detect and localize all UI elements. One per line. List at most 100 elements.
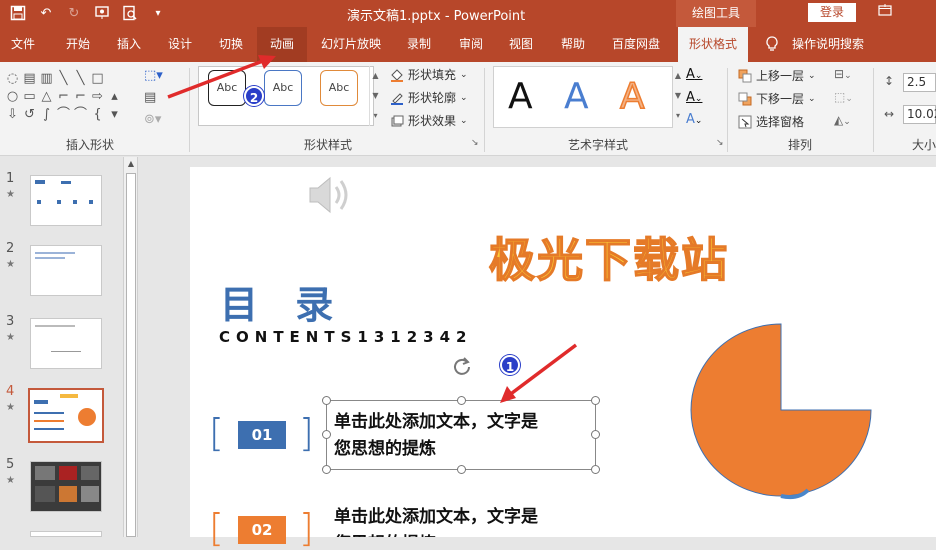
wordart-style-3[interactable]: A bbox=[619, 75, 645, 118]
shape-freeform-icon[interactable]: ◌ bbox=[4, 70, 21, 88]
speaker-icon[interactable] bbox=[306, 172, 356, 218]
shape-loop-icon[interactable]: ↺ bbox=[21, 106, 38, 124]
selection-pane-button[interactable]: 选择窗格 bbox=[738, 113, 804, 130]
tab-baidu-netdisk[interactable]: 百度网盘 bbox=[608, 27, 664, 62]
shape-curve-icon[interactable]: ∫ bbox=[38, 106, 55, 124]
bring-forward-button[interactable]: 上移一层 ⌄ bbox=[738, 67, 816, 84]
shape-elbow-icon[interactable]: ⌐ bbox=[55, 88, 72, 106]
shape-line2-icon[interactable]: ╲ bbox=[72, 70, 89, 88]
slide-thumbnail-6[interactable] bbox=[30, 531, 102, 537]
redo-icon[interactable]: ↻ bbox=[64, 3, 84, 23]
style-preset-3[interactable]: Abc bbox=[320, 70, 358, 106]
ribbon: ◌ ▤ ▥ ╲ ╲ □ ○ ▭ △ ⌐ ⌐ ⇨ ▴ ⇩ ↺ ∫ ⌒ ⌒ { ▾ … bbox=[0, 62, 936, 156]
login-button[interactable]: 登录 bbox=[808, 3, 856, 22]
shape-fill-button[interactable]: 形状填充 ⌄ bbox=[390, 66, 468, 83]
resize-handle-nw[interactable] bbox=[322, 396, 331, 405]
restore-icon[interactable] bbox=[878, 3, 894, 19]
resize-handle-se[interactable] bbox=[591, 465, 600, 474]
shape-rounded-rect-icon[interactable]: ▭ bbox=[21, 88, 38, 106]
merge-shapes-icon[interactable]: ⊚▾ bbox=[144, 112, 172, 128]
rotate-objects-icon[interactable]: ◭⌄ bbox=[834, 113, 851, 127]
resize-handle-s[interactable] bbox=[457, 465, 466, 474]
shape-outline-button[interactable]: 形状轮廓 ⌄ bbox=[390, 89, 468, 106]
tab-view[interactable]: 视图 bbox=[505, 27, 537, 62]
scroll-up-icon[interactable]: ▲ bbox=[124, 157, 138, 171]
scrollbar-thumb[interactable] bbox=[126, 173, 136, 537]
shape-down-arrow-icon[interactable]: ⇩ bbox=[4, 106, 21, 124]
annotation-marker-1: 1 bbox=[500, 355, 520, 375]
brand-wordart[interactable]: 极光下载站 bbox=[488, 224, 729, 290]
style-preset-2[interactable]: Abc bbox=[264, 70, 302, 106]
slide-thumbnail-2[interactable] bbox=[30, 245, 102, 296]
shape-brace-icon[interactable]: { bbox=[89, 106, 106, 124]
shape-textbox-icon[interactable]: ▤ bbox=[21, 70, 38, 88]
tab-review[interactable]: 审阅 bbox=[455, 27, 487, 62]
shape-arc2-icon[interactable]: ⌒ bbox=[72, 106, 89, 124]
resize-handle-n[interactable] bbox=[457, 396, 466, 405]
tab-animations[interactable]: 动画 bbox=[257, 27, 307, 62]
rotate-icon[interactable] bbox=[451, 355, 473, 377]
tab-home[interactable]: 开始 bbox=[61, 27, 95, 62]
gallery-scroll[interactable]: ▲ ▼ ▾ bbox=[369, 66, 381, 126]
shape-arrow-icon[interactable]: ⇨ bbox=[89, 88, 106, 106]
shape-vertical-text-icon[interactable]: ▥ bbox=[38, 70, 55, 88]
contents-subtitle[interactable]: CONTENTS1312342 bbox=[219, 328, 472, 346]
textbox-icon[interactable]: ▤ bbox=[144, 90, 164, 106]
shape-arc-icon[interactable]: ⌒ bbox=[55, 106, 72, 124]
tab-insert[interactable]: 插入 bbox=[113, 27, 145, 62]
edit-shape-icon[interactable]: ⬚▾ bbox=[144, 68, 172, 84]
customize-icon[interactable]: ▾ bbox=[148, 3, 168, 23]
item-text-line1[interactable]: 单击此处添加文本，文字是 bbox=[334, 409, 538, 436]
undo-icon[interactable]: ↶ bbox=[36, 3, 56, 23]
shape-rect-icon[interactable]: □ bbox=[89, 70, 106, 88]
slide-thumbnail-3[interactable] bbox=[30, 318, 102, 369]
tab-transitions[interactable]: 切换 bbox=[215, 27, 247, 62]
dialog-launcher-icon[interactable]: ↘ bbox=[471, 138, 479, 148]
resize-handle-sw[interactable] bbox=[322, 465, 331, 474]
tab-shape-format[interactable]: 形状格式 bbox=[678, 27, 748, 62]
shape-triangle-icon[interactable]: △ bbox=[38, 88, 55, 106]
style-preset-1[interactable]: Abc bbox=[208, 70, 246, 106]
wordart-style-1[interactable]: A bbox=[508, 76, 533, 117]
text-outline-icon[interactable]: A⌄ bbox=[686, 90, 702, 105]
text-fill-icon[interactable]: A⌄ bbox=[686, 67, 702, 82]
slide-thumbnail-1[interactable] bbox=[30, 175, 102, 226]
resize-handle-e[interactable] bbox=[591, 430, 600, 439]
shape-effects-button[interactable]: 形状效果 ⌄ bbox=[390, 112, 468, 129]
save-icon[interactable] bbox=[8, 3, 28, 23]
thumbnail-scrollbar[interactable]: ▲ bbox=[123, 157, 137, 537]
shape-expand-icon[interactable]: ▾ bbox=[106, 106, 123, 124]
shape-elbow2-icon[interactable]: ⌐ bbox=[72, 88, 89, 106]
tab-file[interactable]: 文件 bbox=[8, 27, 38, 62]
chevron-down-icon: ⌄ bbox=[460, 69, 468, 80]
slide-thumbnail-4[interactable] bbox=[28, 388, 104, 443]
tab-record[interactable]: 录制 bbox=[403, 27, 435, 62]
tab-design[interactable]: 设计 bbox=[164, 27, 196, 62]
present-icon[interactable] bbox=[92, 3, 112, 23]
slide-title[interactable]: 目 录 bbox=[220, 274, 345, 329]
shape-height-field[interactable]: 2.5 bbox=[903, 73, 936, 92]
item-text-line2[interactable]: 您思想的提炼 bbox=[334, 436, 436, 463]
group-objects-icon[interactable]: ⬚⌄ bbox=[834, 90, 853, 104]
pie-shape[interactable] bbox=[688, 322, 878, 502]
resize-handle-ne[interactable] bbox=[591, 396, 600, 405]
shape-oval-icon[interactable]: ○ bbox=[4, 88, 21, 106]
wordart-gallery-scroll[interactable]: ▲ ▼ ▾ bbox=[672, 66, 684, 126]
align-icon[interactable]: ⊟⌄ bbox=[834, 67, 852, 81]
item-text-line1[interactable]: 单击此处添加文本，文字是 bbox=[334, 504, 538, 531]
slide-thumbnail-5[interactable] bbox=[30, 461, 102, 512]
shape-more-icon[interactable]: ▴ bbox=[106, 88, 123, 106]
preview-icon[interactable] bbox=[120, 3, 140, 23]
dialog-launcher-icon[interactable]: ↘ bbox=[716, 138, 724, 148]
send-backward-button[interactable]: 下移一层 ⌄ bbox=[738, 90, 816, 107]
tab-help[interactable]: 帮助 bbox=[557, 27, 589, 62]
tab-slideshow[interactable]: 幻灯片放映 bbox=[318, 27, 384, 62]
shape-width-field[interactable]: 10.02 bbox=[903, 105, 936, 124]
shape-line-icon[interactable]: ╲ bbox=[55, 70, 72, 88]
item-text-line2[interactable]: 您思想的提炼 bbox=[334, 531, 436, 537]
text-effects-icon[interactable]: A⌄ bbox=[686, 112, 702, 127]
shapes-gallery[interactable]: ◌ ▤ ▥ ╲ ╲ □ ○ ▭ △ ⌐ ⌐ ⇨ ▴ ⇩ ↺ ∫ ⌒ ⌒ { ▾ bbox=[4, 70, 126, 126]
wordart-style-2[interactable]: A bbox=[564, 76, 589, 117]
resize-handle-w[interactable] bbox=[322, 430, 331, 439]
tell-me-search[interactable]: 操作说明搜索 bbox=[788, 27, 868, 62]
